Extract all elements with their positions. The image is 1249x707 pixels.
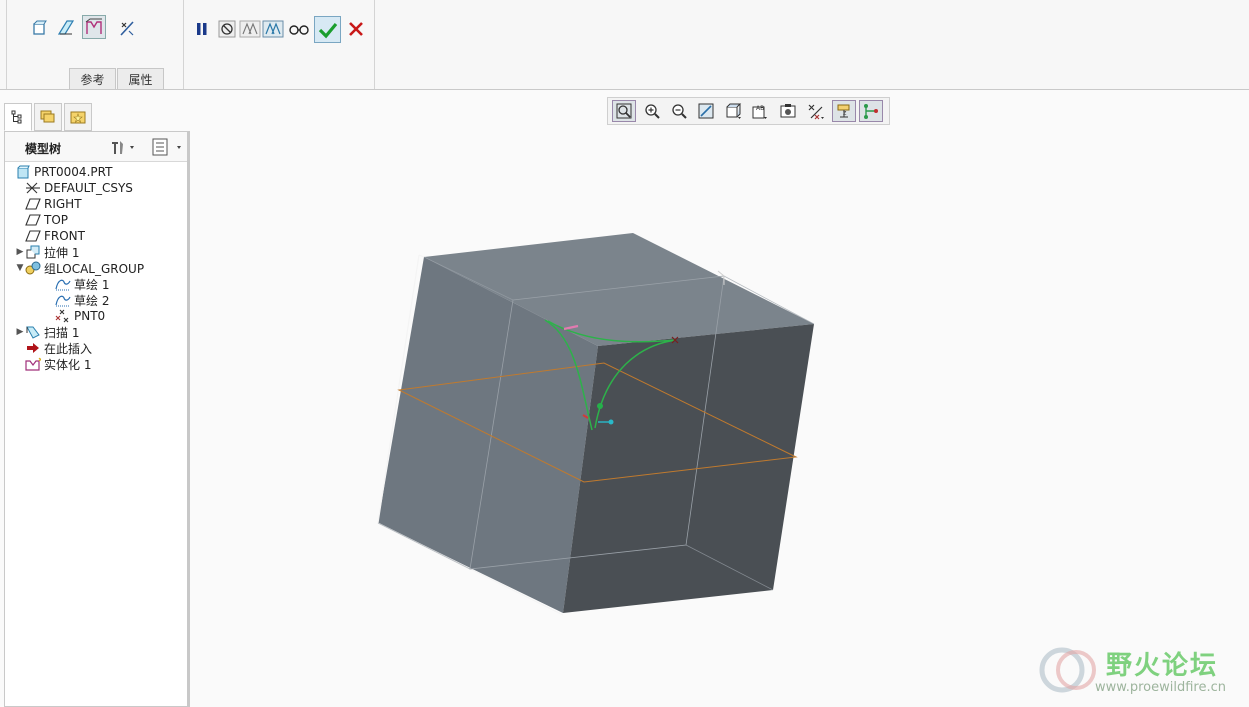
app-window: 参考 属性 模型树 PRT0004.PRT DEFAULT_CSYS RIGHT… (0, 0, 1249, 707)
tree-item-label: 实体化 1 (44, 357, 92, 372)
svg-text:Z: Z (843, 111, 847, 117)
part-icon (15, 165, 31, 179)
sketch-icon (55, 293, 71, 307)
solid-icon[interactable] (27, 16, 51, 40)
properties-tab[interactable]: 属性 (117, 68, 164, 89)
model-canvas[interactable] (192, 128, 1249, 707)
dashboard-controls-group (185, 0, 375, 89)
expand-toggle-icon[interactable]: ▶ (15, 327, 25, 337)
svg-text:AB: AB (756, 105, 764, 112)
confirm-check-icon[interactable] (314, 16, 341, 43)
tree-item-label: 扫描 1 (44, 325, 80, 340)
datum-plane-icon (25, 213, 41, 227)
view-toolbar: AB Z (607, 97, 890, 125)
group-icon (25, 261, 41, 275)
remove-material-icon[interactable] (115, 16, 139, 40)
expand-toggle-icon[interactable]: ▼ (15, 263, 25, 273)
view-manager-icon[interactable] (776, 100, 800, 122)
datum-display-icon[interactable] (804, 100, 828, 122)
spin-center-icon[interactable]: Z (832, 100, 856, 122)
tree-item-label: 草绘 1 (74, 277, 110, 292)
tree-item[interactable]: ▶ 扫描 1 (15, 324, 80, 340)
tree-item[interactable]: TOP (15, 212, 68, 228)
tree-item-label: TOP (44, 213, 69, 227)
insert-here-arrow-icon (25, 341, 41, 355)
folder-browser-tab[interactable] (34, 103, 62, 131)
tree-item-label: DEFAULT_CSYS (44, 181, 133, 195)
tree-item[interactable]: 草绘 1 (35, 276, 109, 292)
csys-icon (25, 181, 41, 195)
tree-item-label: PNT0 (74, 309, 106, 323)
navigator-tabs (4, 103, 190, 131)
sweep-icon (25, 325, 41, 339)
sketch-icon (55, 277, 71, 291)
no-preview-icon[interactable] (215, 17, 239, 41)
tree-item[interactable]: 实体化 1 (15, 356, 91, 372)
tree-item[interactable]: ▼ 组LOCAL_GROUP (15, 260, 144, 276)
tree-item-label: 在此插入 (44, 341, 93, 356)
tree-item[interactable]: PNT0 (35, 308, 105, 324)
show-options-icon[interactable] (151, 138, 185, 156)
graphics-viewport[interactable] (192, 128, 1249, 707)
model-tree-tab[interactable] (4, 103, 32, 131)
thicken-sketch-icon[interactable] (82, 15, 106, 39)
tree-item-label: FRONT (44, 229, 85, 243)
cube-right-face (563, 324, 814, 613)
dashboard-type-group: 参考 属性 (6, 0, 184, 89)
attach-preview-icon[interactable] (238, 17, 262, 41)
tree-item-label: RIGHT (44, 197, 82, 211)
tree-item[interactable]: 在此插入 (15, 340, 92, 356)
favorites-tab[interactable] (64, 103, 92, 131)
tree-item-label: PRT0004.PRT (34, 165, 113, 179)
repaint-icon[interactable] (694, 100, 718, 122)
annotation-display-icon[interactable] (859, 100, 883, 122)
model-tree-header: 模型树 (5, 132, 187, 162)
watermark-text: 野火论坛 (1106, 651, 1219, 681)
cancel-x-icon[interactable] (344, 17, 368, 41)
zoom-in-icon[interactable] (640, 100, 664, 122)
references-tab[interactable]: 参考 (69, 68, 116, 89)
zoom-out-icon[interactable] (667, 100, 691, 122)
surface-icon[interactable] (54, 16, 78, 40)
feature-dashboard: 参考 属性 (0, 0, 1249, 90)
pause-icon[interactable] (190, 17, 214, 41)
tree-item[interactable]: 草绘 2 (35, 292, 109, 308)
display-style-icon[interactable] (721, 100, 745, 122)
model-tree-title: 模型树 (25, 142, 62, 156)
datum-point-icon (55, 309, 71, 323)
expand-toggle-icon[interactable]: ▶ (15, 247, 25, 257)
glasses-preview-icon[interactable] (287, 17, 311, 41)
extrude-icon (25, 245, 41, 259)
saved-orientations-icon[interactable]: AB (748, 100, 772, 122)
forum-watermark-logo (1038, 640, 1098, 700)
tree-item[interactable]: DEFAULT_CSYS (15, 180, 133, 196)
model-tree-panel: 模型树 PRT0004.PRT DEFAULT_CSYS RIGHT TOP FRONT… (4, 131, 190, 707)
tree-item-label: 拉伸 1 (44, 245, 80, 260)
refit-icon[interactable] (612, 100, 636, 122)
solidify-icon (25, 357, 41, 371)
verify-preview-icon[interactable] (261, 17, 285, 41)
tree-item[interactable]: ▶ 拉伸 1 (15, 244, 79, 260)
watermark-url: www.proewildfire.cn (1095, 680, 1226, 695)
tree-item-label: 草绘 2 (74, 293, 110, 308)
datum-plane-icon (25, 197, 41, 211)
settings-tools-icon[interactable] (109, 138, 137, 156)
tree-item[interactable]: FRONT (15, 228, 85, 244)
tree-item[interactable]: RIGHT (15, 196, 82, 212)
datum-plane-icon (25, 229, 41, 243)
tree-item-label: 组LOCAL_GROUP (44, 261, 145, 276)
tree-item[interactable]: PRT0004.PRT (15, 164, 112, 180)
